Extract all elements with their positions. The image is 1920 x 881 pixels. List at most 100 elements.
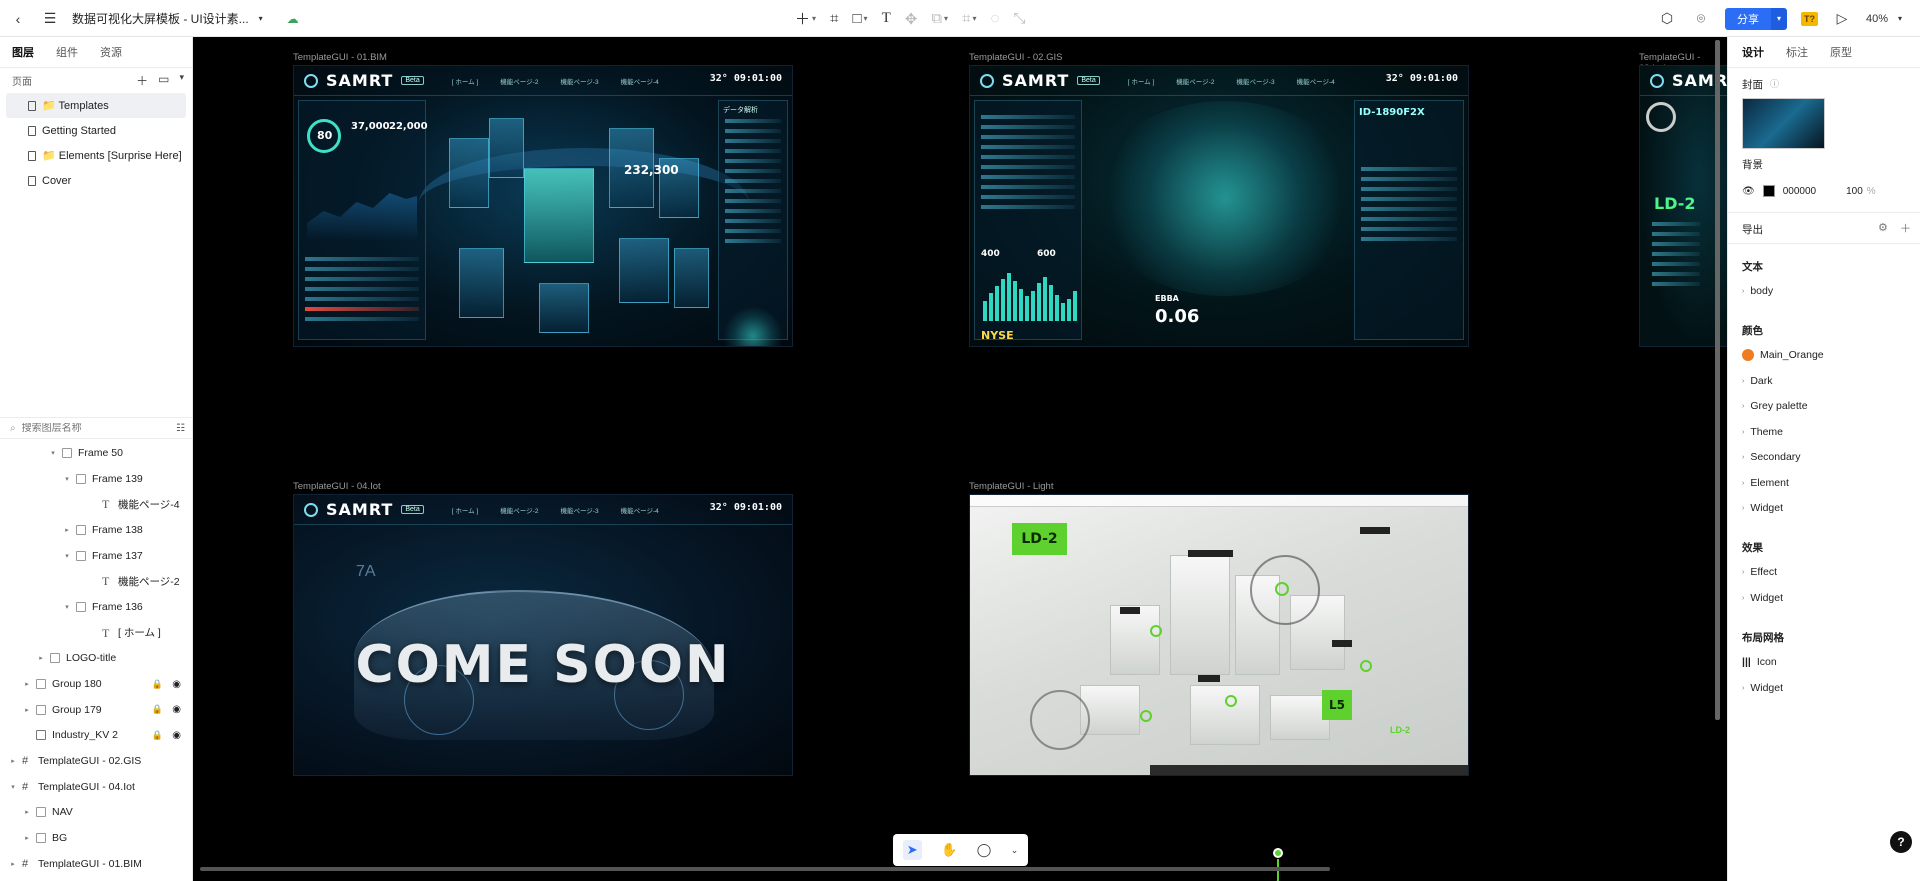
layer-row[interactable]: ▸ Group 180 🔒 ◉	[0, 671, 193, 697]
resize-tool[interactable]: ⤡	[1013, 7, 1025, 31]
frame-label-iot[interactable]: TemplateGUI - 04.Iot	[293, 481, 381, 492]
frame-gis[interactable]: SAMRT Beta [ ホーム ] 機能ページ-2 機能ページ-3 機能ページ…	[969, 65, 1469, 347]
frame-label-light[interactable]: TemplateGUI - Light	[969, 481, 1053, 492]
comment-tool-icon[interactable]: ◯	[977, 842, 992, 858]
collapse-icon[interactable]: ▾	[179, 72, 184, 89]
vertical-scrollbar[interactable]	[1715, 40, 1720, 720]
layer-row[interactable]: ▸ Group 179 🔒 ◉	[0, 697, 193, 723]
expand-chevron-icon[interactable]: ▸	[22, 834, 32, 842]
bg-opacity-value[interactable]: 100	[1846, 186, 1863, 197]
expand-chevron-icon[interactable]: ▾	[8, 783, 18, 791]
layer-row[interactable]: ▸ LOGO-title	[0, 646, 193, 672]
expand-chevron-icon[interactable]: ▸	[22, 706, 32, 714]
shape-tool[interactable]: □ ▾	[852, 7, 867, 31]
horizontal-scrollbar[interactable]	[200, 867, 1330, 871]
layer-row[interactable]: ▾ # TemplateGUI - 04.Iot	[0, 774, 193, 800]
frame-ind[interactable]: SAMRT LD-2	[1639, 65, 1727, 347]
layer-row[interactable]: ▸ NAV	[0, 800, 193, 826]
expand-chevron-icon[interactable]: ▾	[62, 603, 72, 611]
frame-tool[interactable]: ⌗	[830, 7, 838, 31]
location-icon[interactable]: ⌾	[1691, 9, 1711, 29]
eye-icon[interactable]: ◉	[172, 730, 181, 741]
color-dark[interactable]: › Dark	[1742, 375, 1773, 387]
layer-row[interactable]: Industry_KV 2 🔒 ◉	[0, 723, 193, 749]
text-style-body[interactable]: › body	[1742, 285, 1773, 297]
help-button[interactable]: ?	[1890, 831, 1912, 853]
color-grey-palette[interactable]: › Grey palette	[1742, 400, 1808, 412]
layer-row[interactable]: ▸ Frame 138	[0, 517, 193, 543]
eye-icon[interactable]: ◉	[172, 679, 181, 690]
layer-row[interactable]: ▾ Frame 50	[0, 440, 193, 466]
add-page-icon[interactable]: ＋	[136, 72, 148, 89]
zoom-level[interactable]: 40%	[1866, 13, 1888, 25]
info-icon[interactable]: ⓘ	[1770, 77, 1779, 90]
zoom-chevron-icon[interactable]: ▾	[1890, 9, 1910, 29]
file-title[interactable]: 数据可视化大屏模板 - UI设计素...	[72, 10, 249, 27]
frame-light[interactable]: LD-2 L5 LD-2	[969, 494, 1469, 776]
hand-tool-icon[interactable]: ✋	[941, 842, 957, 858]
expand-chevron-icon[interactable]: ▸	[22, 680, 32, 688]
layer-search-input[interactable]	[21, 422, 162, 434]
color-main-orange[interactable]: Main_Orange	[1742, 349, 1824, 361]
design-canvas[interactable]: TemplateGUI - 01.BIM SAMRT Beta [ ホーム ] …	[193, 37, 1727, 881]
eye-icon[interactable]: ◉	[172, 704, 181, 715]
grid-widget-style[interactable]: › Widget	[1742, 682, 1783, 694]
plugin-icon[interactable]: ⬡	[1657, 9, 1677, 29]
lock-icon[interactable]: 🔒	[152, 730, 163, 741]
layer-row[interactable]: ▸ BG	[0, 825, 193, 851]
lock-icon[interactable]: 🔒	[152, 679, 163, 690]
layer-row[interactable]: ▾ Frame 137	[0, 543, 193, 569]
bg-color-swatch[interactable]	[1762, 185, 1775, 197]
layer-row[interactable]: ▾ Frame 139	[0, 466, 193, 492]
back-icon[interactable]: ‹	[8, 9, 28, 29]
expand-chevron-icon[interactable]: ▾	[48, 449, 58, 457]
layer-row[interactable]: ▾ Frame 136	[0, 594, 193, 620]
page-item[interactable]: 📁 Templates	[6, 93, 186, 118]
tab-layers[interactable]: 图层	[12, 44, 34, 60]
effect-effect[interactable]: › Effect	[1742, 566, 1777, 578]
component-tool[interactable]: ✥	[905, 7, 918, 31]
add-tool[interactable]: ＋ ▾	[795, 7, 816, 31]
add-export-icon[interactable]: ＋	[1900, 220, 1911, 236]
layer-row[interactable]: ▸ # TemplateGUI - 01.BIM	[0, 851, 193, 877]
tab-prototype[interactable]: 原型	[1830, 44, 1852, 60]
expand-chevron-icon[interactable]: ▾	[62, 475, 72, 483]
expand-chevron-icon[interactable]: ▸	[36, 654, 46, 662]
more-chevron-icon[interactable]: ⌄	[1011, 845, 1019, 856]
frame-iot[interactable]: SAMRT Beta [ ホーム ] 機能ページ-2 機能ページ-3 機能ページ…	[293, 494, 793, 776]
pointer-tool-icon[interactable]: ➤	[902, 840, 922, 860]
frame-label-gis[interactable]: TemplateGUI - 02.GIS	[969, 52, 1062, 63]
layer-row[interactable]: T 機能ページ-2	[0, 568, 193, 594]
prototype-connector-dot[interactable]	[1273, 848, 1283, 858]
eye-icon[interactable]: 👁	[1742, 186, 1755, 197]
folder-icon[interactable]: ▭	[158, 72, 169, 89]
grid-icon-style[interactable]: ||| Icon	[1742, 656, 1777, 668]
color-secondary[interactable]: › Secondary	[1742, 451, 1801, 463]
chevron-down-icon[interactable]: ▾	[251, 9, 271, 29]
tab-assets[interactable]: 资源	[100, 44, 122, 60]
share-button[interactable]: 分享 ▾	[1724, 7, 1787, 30]
tab-design[interactable]: 设计	[1742, 44, 1764, 60]
layer-search[interactable]: ⌕ ☷	[0, 417, 193, 439]
frame-label-bim[interactable]: TemplateGUI - 01.BIM	[293, 52, 387, 63]
boolean-tool[interactable]: ⧉ ▾	[931, 7, 948, 31]
page-item[interactable]: 📁 Elements [Surprise Here]	[6, 143, 186, 168]
page-item[interactable]: Getting Started	[6, 118, 186, 143]
effect-widget[interactable]: › Widget	[1742, 592, 1783, 604]
layer-row[interactable]: ▸ # TemplateGUI - 02.GIS	[0, 748, 193, 774]
crop-tool[interactable]: ⌗ ▾	[962, 7, 976, 31]
layer-row[interactable]: T 機能ページ-4	[0, 491, 193, 517]
filter-icon[interactable]: ☷	[176, 423, 185, 434]
expand-chevron-icon[interactable]: ▸	[22, 808, 32, 816]
page-item[interactable]: Cover	[6, 168, 186, 193]
export-settings-icon[interactable]: ⚙	[1878, 221, 1888, 234]
mask-tool[interactable]: ◌	[991, 7, 1000, 31]
expand-chevron-icon[interactable]: ▸	[8, 757, 18, 765]
text-tool[interactable]: T	[882, 7, 891, 31]
color-widget[interactable]: › Widget	[1742, 502, 1783, 514]
expand-chevron-icon[interactable]: ▸	[62, 526, 72, 534]
cover-thumbnail[interactable]	[1742, 98, 1825, 149]
color-element[interactable]: › Element	[1742, 477, 1789, 489]
menu-icon[interactable]: ☰	[40, 9, 60, 29]
lock-icon[interactable]: 🔒	[152, 704, 163, 715]
